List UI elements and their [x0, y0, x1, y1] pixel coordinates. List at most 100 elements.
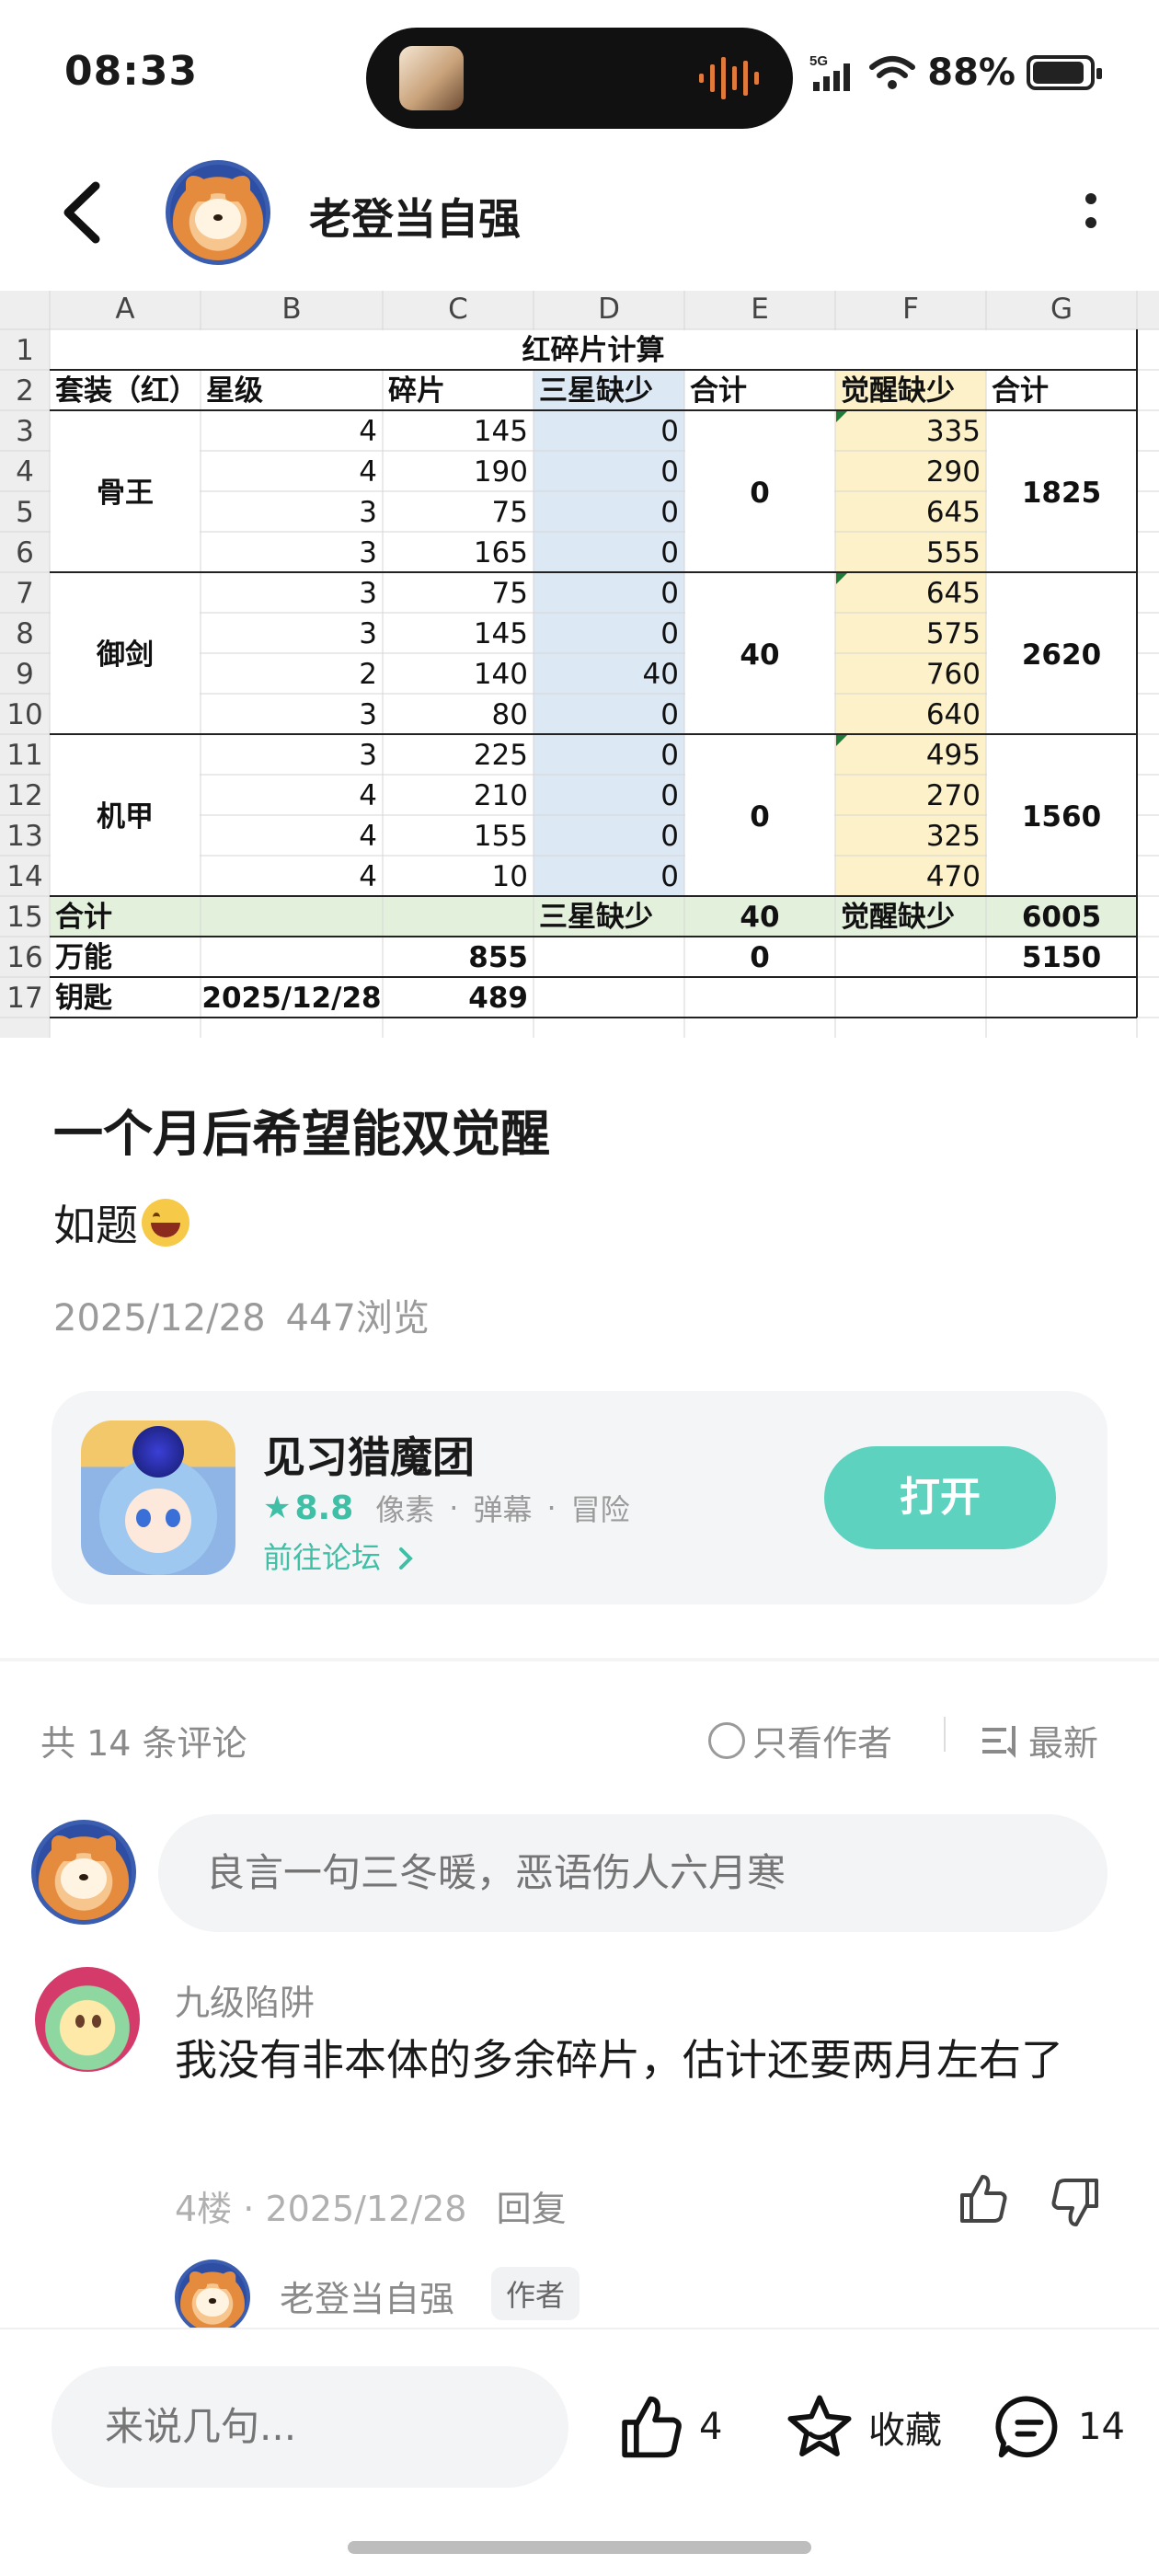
three-star-missing: 0 — [660, 820, 679, 853]
thumbs-down-icon[interactable] — [1049, 2175, 1104, 2230]
commenter-avatar[interactable] — [35, 1967, 140, 2072]
row-header: 3 — [16, 415, 34, 448]
commenter-name[interactable]: 九级陷阱 — [175, 1974, 315, 2025]
comment-date: 2025/12/28 — [265, 2189, 467, 2229]
sort-icon — [982, 1725, 1016, 1758]
battery-level — [1033, 62, 1084, 84]
awaken-missing: 325 — [926, 820, 981, 853]
favorite-button[interactable]: 收藏 — [784, 2392, 942, 2462]
comments-button[interactable]: 14 — [993, 2392, 1125, 2462]
star-level: 3 — [359, 617, 377, 650]
game-tag: 像素 — [375, 1492, 435, 1527]
awaken-missing: 645 — [926, 496, 981, 529]
author-only-label: 只看作者 — [752, 1723, 893, 1764]
star-level: 3 — [359, 536, 377, 569]
spreadsheet-table: A B C D E F G1234567891011121314151617红碎片计算套装（… — [0, 291, 1159, 1038]
three-star-missing: 0 — [660, 739, 679, 772]
tag-separator: · — [546, 1490, 557, 1525]
thumbs-up-icon[interactable] — [955, 2171, 1010, 2226]
column-header: C — [448, 293, 468, 326]
dynamic-island[interactable] — [366, 28, 793, 129]
shard-count: 140 — [474, 658, 528, 691]
open-game-button[interactable]: 打开 — [824, 1446, 1056, 1549]
comment-bubble-icon — [995, 2396, 1058, 2458]
comment-input[interactable] — [158, 1814, 1107, 1932]
sheet-header: 碎片 — [388, 374, 445, 408]
game-tag: 冒险 — [570, 1492, 630, 1527]
shard-count: 190 — [474, 455, 528, 489]
game-meta: ★ 8.8 像素 · 弹幕 · 冒险 — [263, 1487, 630, 1529]
reply-button[interactable]: 回复 — [497, 2189, 567, 2229]
shard-count: 145 — [474, 415, 528, 448]
chevron-right-icon — [399, 1547, 414, 1570]
radio-icon — [708, 1721, 745, 1759]
more-options-icon[interactable] — [1082, 193, 1100, 234]
sheet-header: 三星缺少 — [539, 374, 653, 408]
status-bar: 08:33 5G 88% — [0, 0, 1159, 147]
three-star-missing: 0 — [660, 415, 679, 448]
awaken-total: 1560 — [1022, 800, 1101, 834]
author-name[interactable]: 老登当自强 — [309, 186, 521, 247]
forum-link[interactable]: 前往论坛 — [263, 1535, 416, 1577]
shard-count: 80 — [492, 698, 528, 731]
row-header: 1 — [16, 334, 34, 367]
star-level: 2 — [359, 658, 377, 691]
row-header: 14 — [6, 860, 42, 893]
bottom-action-bar: 4 收藏 14 — [0, 2328, 1159, 2576]
post-body-text: 如题 — [53, 1201, 138, 1250]
row-header: 6 — [16, 536, 34, 569]
set-name: 机甲 — [97, 800, 154, 834]
star-level: 4 — [359, 455, 377, 489]
awaken-total: 1825 — [1022, 477, 1101, 510]
back-arrow-icon[interactable] — [55, 180, 110, 245]
like-count: 4 — [699, 2406, 723, 2448]
divider — [944, 1717, 946, 1752]
sheet-title: 红碎片计算 — [522, 334, 665, 367]
row-header: 15 — [6, 901, 42, 934]
sheet-header: 觉醒缺少 — [841, 374, 955, 408]
sort-label: 最新 — [1028, 1723, 1099, 1764]
column-header: A — [115, 293, 134, 326]
favorite-label: 收藏 — [868, 2409, 942, 2452]
reply-author-avatar[interactable] — [175, 2260, 250, 2335]
three-star-missing: 0 — [660, 577, 679, 610]
three-star-total: 0 — [750, 800, 770, 834]
shard-count: 165 — [474, 536, 528, 569]
set-name: 御剑 — [96, 638, 154, 672]
meta-separator: · — [243, 2189, 255, 2229]
row-header: 12 — [6, 779, 42, 812]
sort-button[interactable]: 最新 — [981, 1715, 1098, 1765]
universal-three-star: 0 — [750, 941, 770, 974]
post-views: 447浏览 — [285, 1297, 430, 1340]
author-only-toggle[interactable]: 只看作者 — [708, 1715, 892, 1765]
home-indicator[interactable] — [348, 2541, 811, 2554]
my-avatar[interactable] — [31, 1820, 136, 1925]
awaken-missing: 470 — [926, 860, 981, 893]
reply-author-name[interactable]: 老登当自强 — [280, 2271, 454, 2321]
spreadsheet-image[interactable]: A B C D E F G 1 2 3 4 5 6 7 8 9 10 11 12 13 14 15 16 17 红碎片计算 套装（… — [0, 291, 1159, 1038]
column-header: D — [598, 293, 620, 326]
game-rating: 8.8 — [294, 1489, 354, 1527]
row-header: 17 — [6, 982, 42, 1015]
awaken-missing: 640 — [926, 698, 981, 731]
post-body: 如题 — [53, 1192, 189, 1253]
game-app-icon[interactable] — [81, 1420, 235, 1575]
like-button[interactable]: 4 — [614, 2392, 722, 2462]
three-star-missing: 0 — [660, 860, 679, 893]
column-header: E — [751, 293, 769, 326]
star-level: 4 — [359, 779, 377, 812]
three-star-missing: 0 — [660, 455, 679, 489]
battery-icon — [1027, 55, 1102, 90]
game-tag: 弹幕 — [473, 1492, 533, 1527]
row-header: 8 — [16, 617, 34, 650]
awaken-missing: 645 — [926, 577, 981, 610]
say-something-input[interactable] — [52, 2366, 568, 2488]
total-three-star-value: 40 — [740, 901, 779, 934]
shard-count: 10 — [492, 860, 528, 893]
comment-text[interactable]: 我没有非本体的多余碎片，估计还要两月左右了 — [175, 2030, 1104, 2090]
game-name[interactable]: 见习猎魔团 — [263, 1424, 475, 1485]
author-avatar[interactable] — [166, 160, 270, 265]
star-level: 4 — [359, 415, 377, 448]
game-app-card[interactable]: 见习猎魔团 ★ 8.8 像素 · 弹幕 · 冒险 前往论坛 打开 — [52, 1391, 1107, 1604]
set-name: 骨王 — [97, 477, 154, 510]
